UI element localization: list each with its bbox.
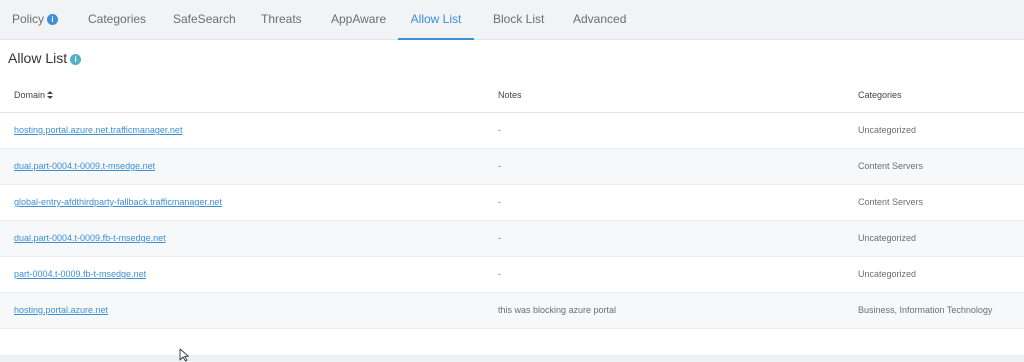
notes-cell: this was blocking azure portal — [498, 305, 617, 315]
active-tab-indicator — [398, 38, 474, 40]
table-header: Domain Notes Categories — [0, 78, 1024, 113]
table-row: hosting.portal.azure.net this was blocki… — [0, 293, 1024, 329]
tab-bar: Policy i Categories SafeSearch Threats Ap… — [0, 0, 1024, 40]
table-row: global-entry-afdthirdparty-fallback.traf… — [0, 185, 1024, 221]
categories-cell: Business, Information Technology — [858, 305, 993, 315]
domain-link[interactable]: hosting.portal.azure.net.trafficmanager.… — [14, 113, 182, 148]
notes-cell: - — [498, 197, 501, 207]
categories-cell: Uncategorized — [858, 269, 917, 279]
tab-categories[interactable]: Categories — [88, 0, 146, 40]
column-header-domain-label: Domain — [14, 90, 46, 100]
mouse-cursor-icon — [179, 348, 189, 362]
tab-policy[interactable]: Policy i — [12, 0, 59, 40]
categories-cell: Uncategorized — [858, 233, 917, 243]
tab-threats[interactable]: Threats — [261, 0, 302, 40]
notes-cell: - — [498, 161, 501, 171]
domain-link[interactable]: dual.part-0004.t-0009.t-msedge.net — [14, 149, 155, 184]
table-row: part-0004.t-0009.fb-t-msedge.net - Uncat… — [0, 257, 1024, 293]
notes-cell: - — [498, 233, 501, 243]
notes-cell: - — [498, 269, 501, 279]
table-row: dual.part-0004.t-0009.fb-t-msedge.net - … — [0, 221, 1024, 257]
allow-list-table: Domain Notes Categories hosting.portal.a… — [0, 78, 1024, 329]
domain-link[interactable]: global-entry-afdthirdparty-fallback.traf… — [14, 185, 222, 220]
tab-advanced-label: Advanced — [573, 12, 627, 26]
bottom-bar — [0, 355, 1024, 362]
notes-cell: - — [498, 125, 501, 135]
tab-policy-label: Policy — [12, 12, 45, 26]
page-title-text: Allow List — [8, 50, 68, 66]
domain-link[interactable]: dual.part-0004.t-0009.fb-t-msedge.net — [14, 221, 166, 256]
domain-link[interactable]: part-0004.t-0009.fb-t-msedge.net — [14, 257, 146, 292]
column-header-domain[interactable]: Domain — [14, 78, 54, 113]
tab-block-list-label: Block List — [493, 12, 545, 26]
column-header-notes: Notes — [498, 90, 522, 100]
info-icon[interactable]: i — [47, 14, 59, 25]
categories-cell: Content Servers — [858, 161, 924, 171]
info-icon[interactable]: i — [70, 54, 82, 65]
tab-appaware[interactable]: AppAware — [331, 0, 386, 40]
tab-allow-list-label: Allow List — [410, 12, 462, 26]
tab-safesearch-label: SafeSearch — [173, 12, 236, 26]
table-row: dual.part-0004.t-0009.t-msedge.net - Con… — [0, 149, 1024, 185]
sort-icon[interactable] — [47, 91, 54, 99]
tab-categories-label: Categories — [88, 12, 147, 26]
tab-appaware-label: AppAware — [331, 12, 387, 26]
column-header-categories: Categories — [858, 90, 902, 100]
categories-cell: Content Servers — [858, 197, 924, 207]
domain-link[interactable]: hosting.portal.azure.net — [14, 293, 108, 328]
tab-safesearch[interactable]: SafeSearch — [173, 0, 236, 40]
page-title: Allow List i — [8, 50, 82, 66]
tab-threats-label: Threats — [261, 12, 302, 26]
tab-block-list[interactable]: Block List — [493, 0, 544, 40]
tab-allow-list[interactable]: Allow List — [398, 0, 474, 40]
categories-cell: Uncategorized — [858, 125, 917, 135]
table-row: hosting.portal.azure.net.trafficmanager.… — [0, 113, 1024, 149]
tab-advanced[interactable]: Advanced — [573, 0, 626, 40]
